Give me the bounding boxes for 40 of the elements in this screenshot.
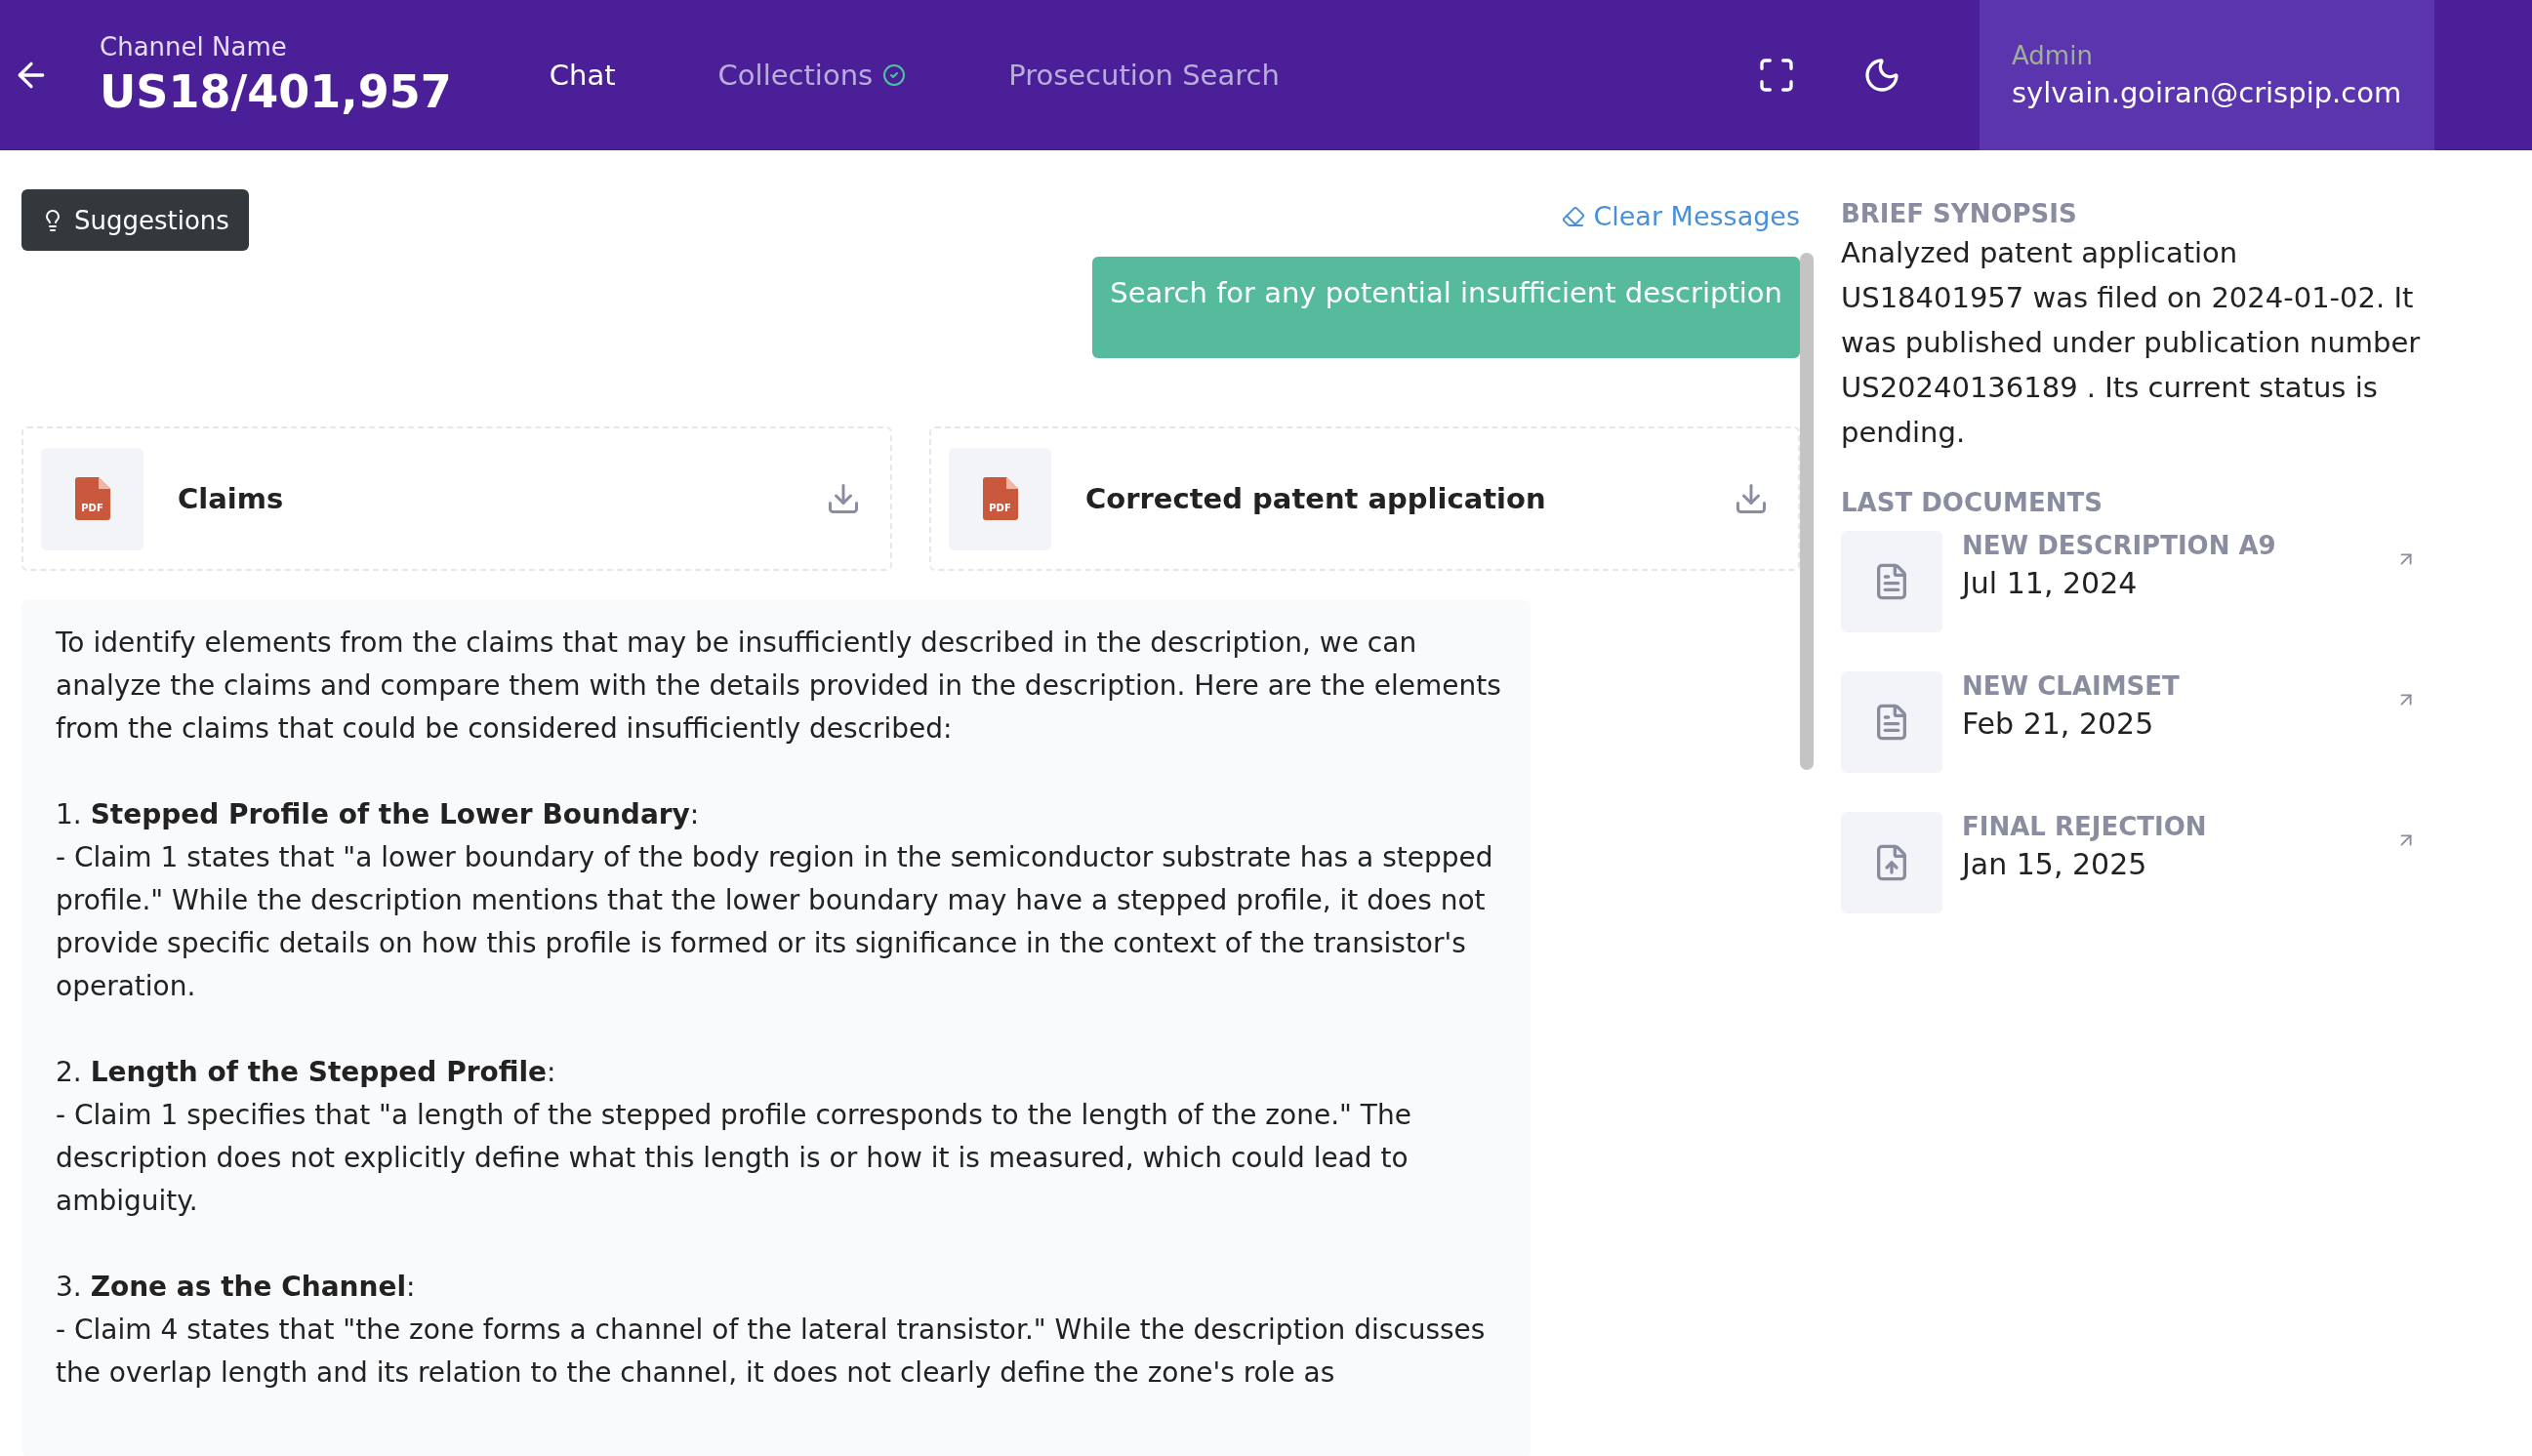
nav-tab[interactable]: Collections [717, 51, 907, 100]
suggestions-button[interactable]: Suggestions [21, 189, 249, 251]
fullscreen-icon[interactable] [1757, 56, 1796, 95]
file-name: Claims [178, 482, 285, 515]
answer-paragraph: To identify elements from the claims that may be insufficiently described in the description, we can analyze the claims and compare them with the details provided in the description. Here are the elements from the claims that could be considered insufficiently described: [56, 626, 1502, 747]
pdf-file-icon [74, 477, 110, 520]
channel-label: Channel Name [100, 32, 288, 61]
download-icon[interactable] [826, 481, 861, 516]
user-email: sylvain.goiran@crispip.com [2012, 76, 2403, 109]
file-card[interactable]: PDF Claims [21, 426, 892, 571]
document-date: Jan 15, 2025 [1962, 847, 2148, 881]
file-type-label: PDF [988, 502, 1012, 513]
eraser-icon [1562, 204, 1586, 228]
synopsis-text: Analyzed patent application US18401957 was filed on 2024-01-02. It was published under publication number US20240136189 . Its current status is pending. [1841, 235, 2422, 451]
document-date: Jul 11, 2024 [1962, 566, 2139, 600]
nav-tab[interactable]: Prosecution Search [1008, 51, 1280, 100]
user-panel[interactable]: Admin sylvain.goiran@crispip.com [1980, 0, 2434, 150]
user-message: Search for any potential insufficient description [1092, 257, 1800, 358]
document-title: FINAL REJECTION [1962, 812, 2208, 841]
download-icon[interactable] [1734, 481, 1769, 516]
point-text: - Claim 1 specifies that "a length of the stepped profile corresponds to the length of the zone." The description does not explicitly define what this length is or how it is measured, which could lead to ambiguity. [56, 1098, 1412, 1219]
point-heading: 3. Zone as the Channel: [56, 1270, 417, 1305]
section-title: LAST DOCUMENTS [1841, 488, 2103, 517]
point-heading: 1. Stepped Profile of the Lower Boundary: [56, 797, 701, 832]
document-title: NEW CLAIMSET [1962, 671, 2181, 701]
document-title: NEW DESCRIPTION A9 [1962, 531, 2277, 560]
file-card[interactable]: PDF Corrected patent application [929, 426, 1800, 571]
file-name: Corrected patent application [1085, 482, 1547, 515]
scrollbar[interactable] [1800, 253, 1814, 770]
document-date: Feb 21, 2025 [1962, 707, 2155, 741]
user-role: Admin [2012, 41, 2094, 70]
file-type-label: PDF [80, 502, 104, 513]
point-heading: 2. Length of the Stepped Profile: [56, 1055, 557, 1090]
point-text: - Claim 1 states that "a lower boundary of the body region in the semiconductor substrate has a stepped profile." While the description mentions that the lower boundary may have a stepped profile, it does not provide specific details on how this profile is formed or its significance in the context of the transistor's operation. [56, 840, 1494, 1004]
section-title: BRIEF SYNOPSIS [1841, 199, 2078, 228]
nav-tab[interactable]: Chat [549, 51, 616, 100]
channel-name: US18/401,957 [100, 65, 452, 118]
moon-icon[interactable] [1862, 56, 1901, 95]
point-text: - Claim 4 states that "the zone forms a channel of the lateral transistor." While the description discusses the overlap length and its relation to the channel, it does not clearly define the zone's role as [56, 1313, 1487, 1391]
pdf-file-icon [982, 477, 1018, 520]
